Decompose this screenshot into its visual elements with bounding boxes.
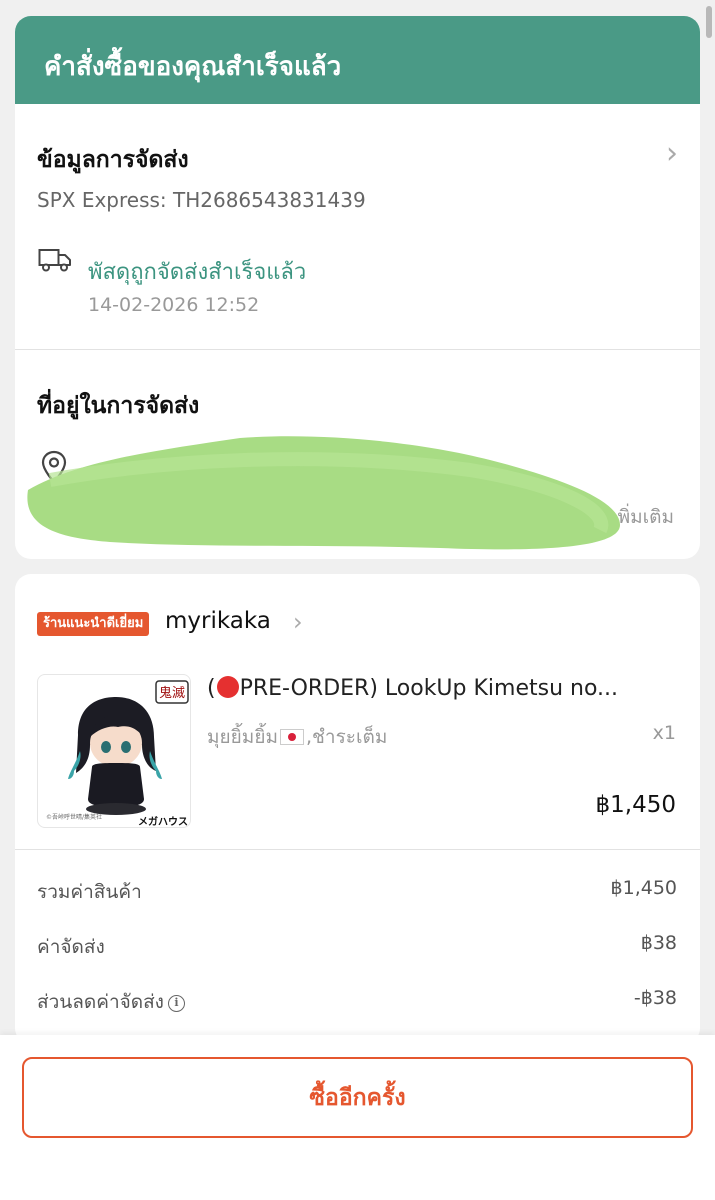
product-quantity: x1 (652, 722, 676, 744)
bottom-action-bar: ซื้ออีกครั้ง (0, 1035, 715, 1200)
tracking-number: SPX Express: TH2686543831439 (37, 188, 366, 212)
subtotal-value: ฿1,450 (610, 877, 677, 899)
product-name-prefix: ( (207, 676, 216, 701)
info-icon[interactable]: i (167, 995, 185, 1012)
subtotal-row: รวมค่าสินค้า ฿1,450 (37, 877, 677, 907)
scrollbar[interactable] (706, 6, 712, 38)
svg-text:©吾峠呼世晴/集英社: ©吾峠呼世晴/集英社 (46, 813, 102, 821)
variant-text: มุยยิ้มยิ้ม (207, 726, 278, 748)
truck-icon (38, 249, 71, 272)
subtotal-label: รวมค่าสินค้า (37, 881, 142, 903)
delivery-timestamp: 14-02-2026 12:52 (88, 294, 260, 316)
product-name-text: PRE-ORDER) LookUp Kimetsu no... (239, 676, 619, 701)
shipping-address-section: ที่อยู่ในการจัดส่ง เพิ่มเติม (15, 350, 700, 559)
figure-image: 鬼滅 ©吾峠呼世晴/集英社 メガハウス (46, 680, 189, 828)
order-status-card: คำสั่งซื้อของคุณสำเร็จแล้ว ข้อมูลการจัดส… (15, 16, 700, 559)
shop-name[interactable]: myrikaka (165, 608, 271, 634)
thumb-logo: 鬼滅 (159, 685, 185, 701)
variant-suffix: ,ชำระเต็ม (305, 726, 388, 748)
shipping-fee-row: ค่าจัดส่ง ฿38 (37, 932, 677, 962)
order-items-card: ร้านแนะนำดีเยี่ยม myrikaka › 鬼滅 ©吾峠呼世晴/集… (15, 574, 700, 1044)
product-name[interactable]: ( PRE-ORDER) LookUp Kimetsu no... (207, 676, 677, 701)
order-status-header: คำสั่งซื้อของคุณสำเร็จแล้ว (15, 16, 700, 104)
red-circle-icon (216, 676, 239, 698)
shipping-info-title: ข้อมูลการจัดส่ง (37, 147, 189, 173)
shipping-discount-row: ส่วนลดค่าจัดส่ง i -฿38 (37, 987, 677, 1017)
shipping-discount-value: -฿38 (633, 987, 677, 1009)
chevron-right-icon[interactable]: › (666, 139, 678, 169)
shipping-address-title: ที่อยู่ในการจัดส่ง (37, 393, 200, 419)
address-redaction (27, 436, 620, 550)
shipping-info-section[interactable]: ข้อมูลการจัดส่ง › SPX Express: TH2686543… (15, 104, 700, 350)
delivery-status: พัสดุถูกจัดส่งสำเร็จแล้ว (88, 260, 307, 285)
product-price: ฿1,450 (595, 792, 676, 818)
buy-again-button[interactable]: ซื้ออีกครั้ง (22, 1057, 693, 1138)
product-variant: มุยยิ้มยิ้ม ,ชำระเต็ม (207, 722, 387, 752)
thumb-brand: メガハウス (138, 815, 188, 828)
shipping-fee-label: ค่าจัดส่ง (37, 936, 105, 958)
chevron-right-icon[interactable]: › (293, 608, 303, 636)
shipping-discount-label: ส่วนลดค่าจัดส่ง (37, 991, 164, 1013)
japan-flag-icon (279, 729, 304, 745)
divider (15, 849, 700, 850)
preferred-shop-badge: ร้านแนะนำดีเยี่ยม (37, 612, 150, 636)
product-thumbnail[interactable]: 鬼滅 ©吾峠呼世晴/集英社 メガハウス (37, 674, 191, 828)
shipping-fee-value: ฿38 (640, 932, 677, 954)
